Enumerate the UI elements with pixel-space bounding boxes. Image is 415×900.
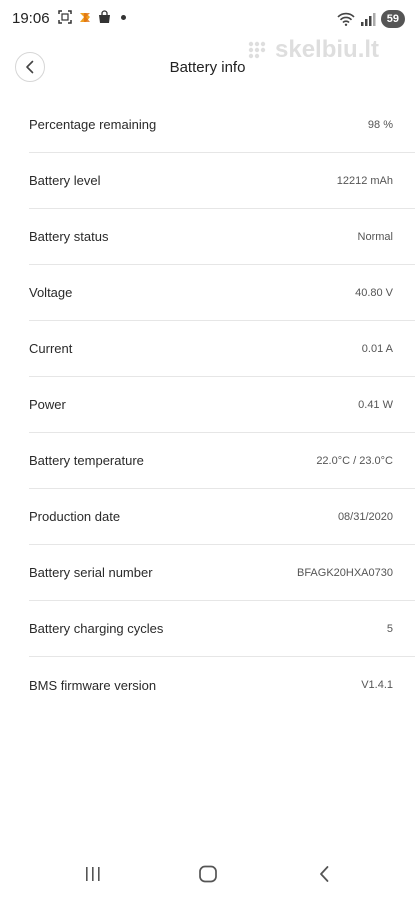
wifi-icon bbox=[337, 12, 355, 26]
row-production-date: Production date 08/31/2020 bbox=[29, 489, 415, 545]
page-title: Battery info bbox=[169, 59, 246, 76]
status-icons-right: 59 bbox=[337, 10, 405, 28]
row-label: Battery level bbox=[29, 173, 101, 188]
battery-icon: 59 bbox=[380, 10, 405, 28]
row-value: 5 bbox=[386, 622, 393, 635]
signal-icon bbox=[360, 13, 376, 26]
nav-back-button[interactable] bbox=[309, 862, 339, 886]
row-value: 12212 mAh bbox=[336, 174, 393, 187]
screenshot-icon bbox=[58, 10, 72, 24]
header: Battery info bbox=[0, 44, 415, 90]
row-battery-level: Battery level 12212 mAh bbox=[29, 153, 415, 209]
row-label: Percentage remaining bbox=[29, 117, 157, 132]
row-power: Power 0.41 W bbox=[29, 377, 415, 433]
row-label: Battery status bbox=[29, 229, 109, 244]
row-percentage-remaining: Percentage remaining 98 % bbox=[29, 97, 415, 153]
row-label: Production date bbox=[29, 509, 121, 524]
shopping-bag-icon bbox=[99, 10, 110, 23]
row-value: Normal bbox=[357, 230, 393, 243]
home-button[interactable] bbox=[193, 862, 223, 886]
row-value: 08/31/2020 bbox=[337, 510, 393, 523]
row-label: Battery serial number bbox=[29, 565, 153, 580]
row-label: Power bbox=[29, 397, 66, 412]
status-bar: 19:06 59 bbox=[0, 0, 415, 38]
row-value: 0.01 A bbox=[361, 342, 393, 355]
status-time: 19:06 bbox=[12, 10, 50, 27]
app-icon bbox=[80, 13, 90, 22]
system-nav-bar bbox=[0, 856, 415, 892]
row-value: 0.41 W bbox=[358, 398, 393, 411]
row-value: V1.4.1 bbox=[361, 679, 393, 691]
row-current: Current 0.01 A bbox=[29, 321, 415, 377]
recents-icon bbox=[86, 867, 100, 881]
row-voltage: Voltage 40.80 V bbox=[29, 265, 415, 321]
home-icon bbox=[199, 865, 217, 883]
row-label: Battery charging cycles bbox=[29, 621, 164, 636]
row-value: 98 % bbox=[367, 118, 393, 131]
row-label: BMS firmware version bbox=[29, 677, 157, 693]
row-label: Battery temperature bbox=[29, 453, 144, 468]
row-value: BFAGK20HXA0730 bbox=[296, 566, 393, 579]
row-bms-firmware-version: BMS firmware version V1.4.1 bbox=[29, 657, 415, 713]
row-battery-temperature: Battery temperature 22.0°C / 23.0°C bbox=[29, 433, 415, 489]
row-battery-status: Battery status Normal bbox=[29, 209, 415, 265]
row-value: 22.0°C / 23.0°C bbox=[316, 454, 393, 467]
row-battery-charging-cycles: Battery charging cycles 5 bbox=[29, 601, 415, 657]
row-value: 40.80 V bbox=[355, 286, 393, 299]
row-label: Current bbox=[29, 341, 73, 356]
row-battery-serial-number: Battery serial number BFAGK20HXA0730 bbox=[29, 545, 415, 601]
row-label: Voltage bbox=[29, 285, 73, 300]
back-icon bbox=[320, 866, 329, 882]
recents-button[interactable] bbox=[78, 862, 108, 886]
notification-dot-icon bbox=[121, 14, 126, 20]
battery-info-list: Percentage remaining 98 % Battery level … bbox=[0, 97, 415, 713]
status-icons-left bbox=[58, 10, 126, 24]
